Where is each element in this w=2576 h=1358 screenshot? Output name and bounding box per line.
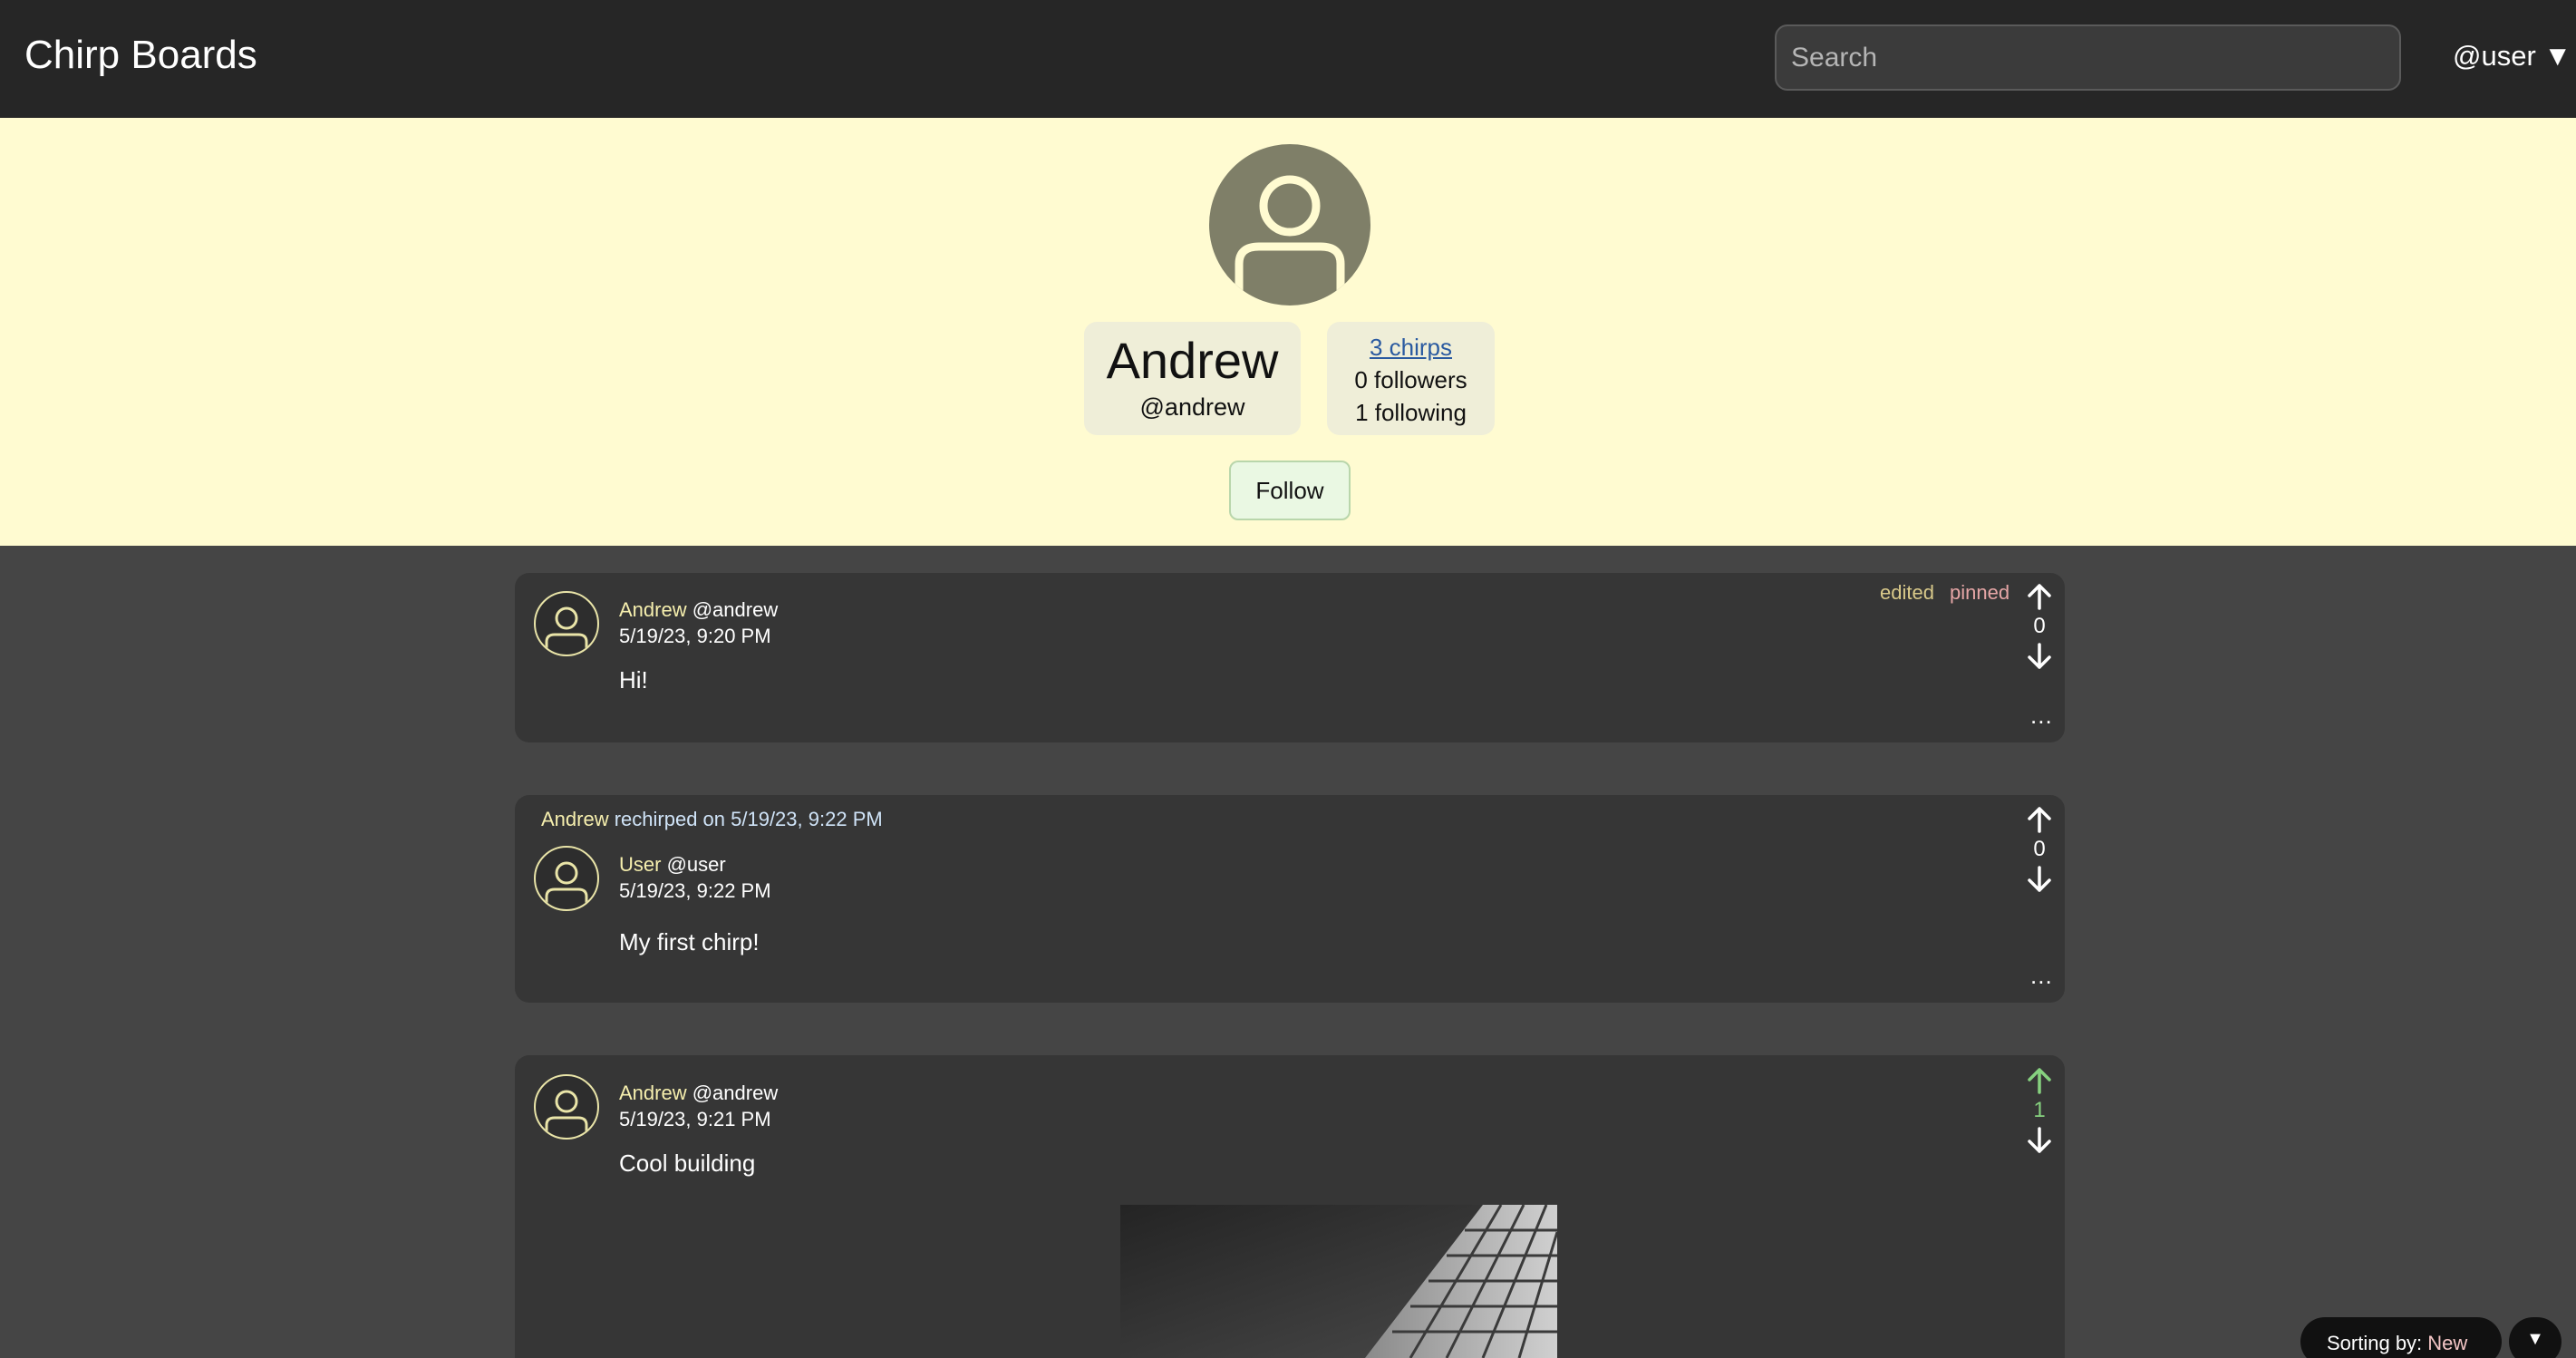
author-name[interactable]: Andrew	[619, 1082, 687, 1104]
search-input[interactable]	[1775, 24, 2401, 91]
author-handle[interactable]: @andrew	[692, 1082, 779, 1104]
rechirp-info: Andrew rechirped on 5/19/23, 9:22 PM	[541, 808, 883, 831]
sorting-value: New	[2427, 1332, 2468, 1354]
pinned-tag: pinned	[1950, 581, 2010, 604]
avatar[interactable]	[534, 846, 599, 911]
profile-name-card: Andrew @andrew	[1084, 322, 1301, 435]
caret-down-icon[interactable]: ▼	[2509, 1317, 2561, 1358]
sorting-selector[interactable]: Sorting by: New	[2300, 1317, 2502, 1358]
chirp-text: Hi!	[619, 666, 648, 694]
building-photo	[1120, 1205, 1557, 1358]
profile-handle: @andrew	[1139, 393, 1245, 421]
vote-controls: 1	[2017, 1066, 2062, 1155]
person-silhouette-icon	[545, 606, 588, 655]
follow-button[interactable]: Follow	[1229, 461, 1351, 520]
followers-count: 0 followers	[1354, 366, 1467, 393]
sorting-label: Sorting by:	[2327, 1332, 2428, 1354]
rechirp-by[interactable]: Andrew	[541, 808, 609, 830]
vote-count: 0	[2033, 837, 2046, 861]
arrow-down-icon[interactable]	[2025, 865, 2054, 894]
chirp-author[interactable]: Andrew @andrew	[619, 1082, 778, 1105]
chirp-timestamp: 5/19/23, 9:21 PM	[619, 1108, 771, 1130]
vote-count: 0	[2033, 614, 2046, 638]
chirp-card-rechirp: Andrew rechirped on 5/19/23, 9:22 PM Use…	[515, 795, 2065, 1003]
vote-count: 1	[2033, 1098, 2046, 1122]
more-options-button[interactable]: ...	[2030, 962, 2053, 990]
author-handle[interactable]: @andrew	[692, 598, 779, 621]
arrow-down-icon[interactable]	[2025, 1126, 2054, 1155]
vote-controls: 0	[2017, 582, 2062, 671]
person-silhouette-icon	[1235, 175, 1345, 306]
author-handle[interactable]: @user	[667, 853, 726, 876]
profile-name: Andrew	[1106, 332, 1279, 389]
user-menu-dropdown[interactable]: @user ▼	[2453, 40, 2571, 73]
edited-tag: edited	[1880, 581, 1934, 604]
chirp-author[interactable]: Andrew @andrew	[619, 598, 778, 622]
arrow-up-icon[interactable]	[2025, 1066, 2054, 1095]
chirp-card-with-image: Andrew @andrew 5/19/23, 9:21 PM Cool bui…	[515, 1055, 2065, 1358]
profile-stats-card: 3 chirps 0 followers 1 following	[1327, 322, 1495, 435]
chirp-text: Cool building	[619, 1149, 756, 1177]
chirp-image[interactable]	[1120, 1205, 1557, 1358]
author-name[interactable]: User	[619, 853, 661, 876]
person-silhouette-icon	[545, 861, 588, 909]
author-name[interactable]: Andrew	[619, 598, 687, 621]
more-options-button[interactable]: ...	[2030, 702, 2053, 730]
top-navbar: Chirp Boards @user ▼	[0, 0, 2576, 118]
arrow-up-icon[interactable]	[2025, 582, 2054, 611]
chirps-count-link[interactable]: 3 chirps	[1327, 331, 1495, 364]
chirp-timestamp: 5/19/23, 9:22 PM	[619, 879, 771, 902]
avatar[interactable]	[534, 591, 599, 656]
chirp-text: My first chirp!	[619, 928, 760, 955]
profile-avatar	[1209, 144, 1370, 306]
vote-controls: 0	[2017, 805, 2062, 894]
chirp-author[interactable]: User @user	[619, 853, 726, 877]
profile-header: Andrew @andrew 3 chirps 0 followers 1 fo…	[0, 118, 2576, 546]
avatar[interactable]	[534, 1074, 599, 1140]
chirp-timestamp: 5/19/23, 9:20 PM	[619, 625, 771, 647]
arrow-down-icon[interactable]	[2025, 642, 2054, 671]
brand-title[interactable]: Chirp Boards	[24, 33, 257, 78]
following-count: 1 following	[1355, 399, 1467, 426]
arrow-up-icon[interactable]	[2025, 805, 2054, 834]
rechirp-details: rechirped on 5/19/23, 9:22 PM	[614, 808, 883, 830]
person-silhouette-icon	[545, 1090, 588, 1138]
chirp-card: Andrew @andrew 5/19/23, 9:20 PM Hi! edit…	[515, 573, 2065, 742]
